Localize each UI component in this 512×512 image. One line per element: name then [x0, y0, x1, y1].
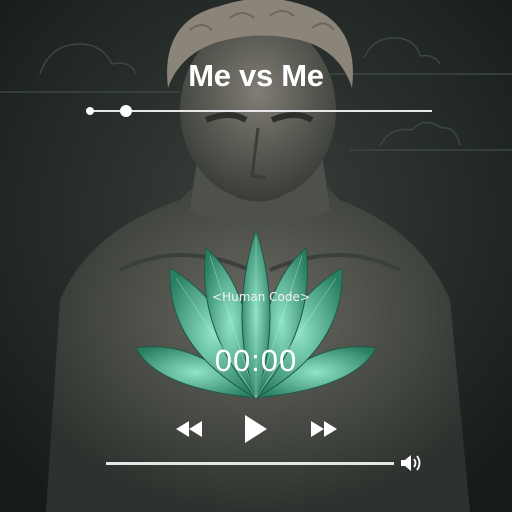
speaker-icon[interactable]	[400, 454, 424, 472]
progress-start-dot	[86, 107, 94, 115]
lotus-artwork	[136, 228, 376, 400]
elapsed-time: 00:00	[214, 343, 298, 378]
progress-handle[interactable]	[120, 105, 132, 117]
music-player: Me vs Me <Human Code> 00:00	[0, 0, 512, 512]
artist-name: <Human Code>	[212, 290, 310, 304]
song-title: Me vs Me	[188, 58, 324, 93]
rewind-icon[interactable]	[175, 420, 203, 438]
progress-track	[89, 110, 432, 112]
play-icon[interactable]	[244, 414, 268, 444]
volume-slider[interactable]	[106, 462, 394, 465]
fast-forward-icon[interactable]	[310, 420, 338, 438]
progress-bar[interactable]	[86, 104, 434, 118]
